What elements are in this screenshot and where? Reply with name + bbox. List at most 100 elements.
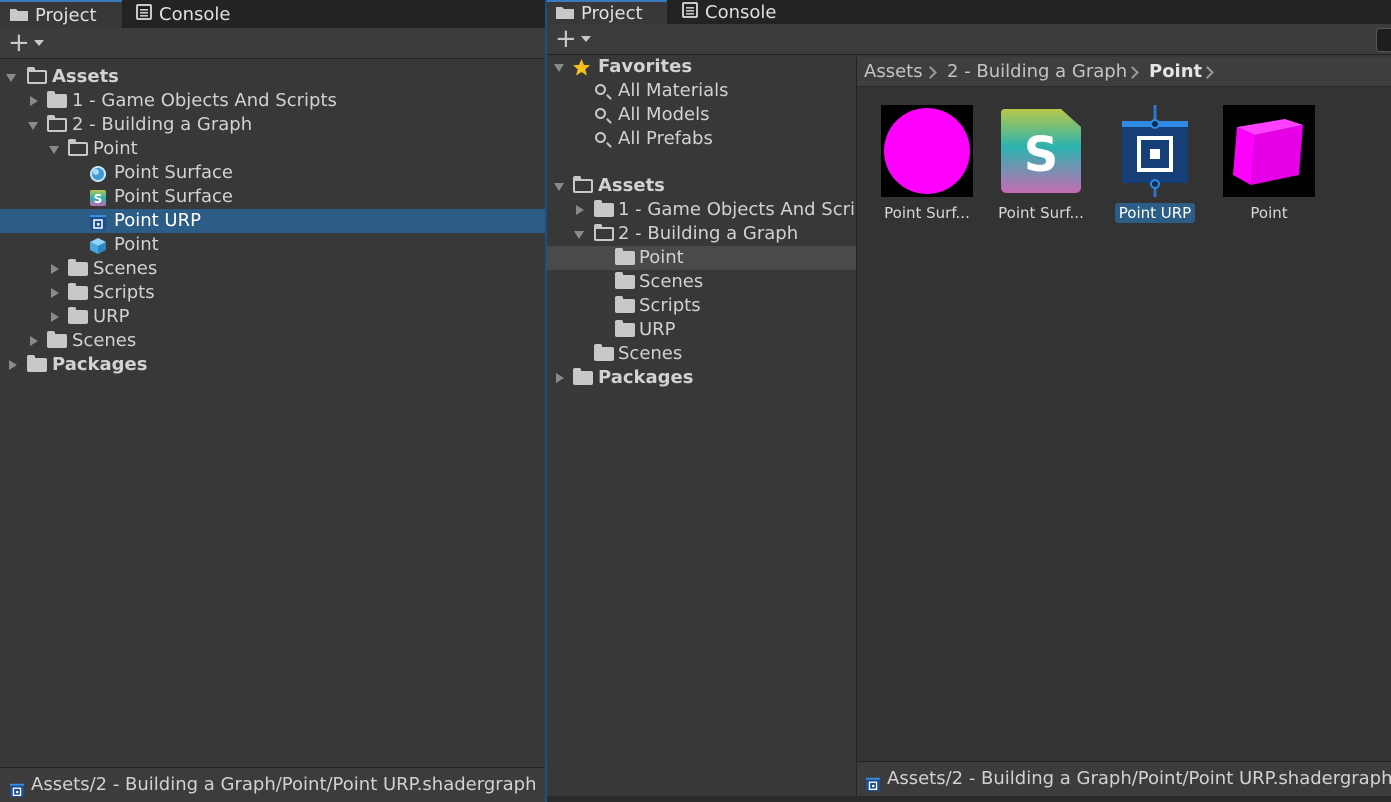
selected-asset-path: Assets/2 - Building a Graph/Point/Point … [887,768,1391,789]
folder-icon [615,296,635,313]
expand-arrow-icon[interactable] [30,336,38,346]
tab-console[interactable]: Console [682,0,776,24]
add-button[interactable]: + [8,28,30,58]
expand-arrow-icon[interactable] [9,360,17,370]
chevron-down-icon[interactable] [34,40,44,46]
tree-item-asset[interactable]: Point Surface [0,161,545,185]
favorite-item[interactable]: All Prefabs [547,127,856,151]
tree-item-folder[interactable]: Scripts [547,294,856,318]
tab-project[interactable]: Project [547,0,667,24]
tree-item-label: Assets [52,66,119,87]
tree-item-folder[interactable]: Scenes [547,342,856,366]
tree-item-folder[interactable]: Point [0,137,545,161]
tree-item-label: Scenes [72,330,137,351]
expand-arrow-icon[interactable] [30,96,38,106]
tab-label: Project [581,2,643,24]
expand-arrow-icon[interactable] [6,74,16,82]
tab-console[interactable]: Console [136,0,230,28]
tree-item-label: Point [114,234,159,255]
tree-item-label: 2 - Building a Graph [618,223,799,244]
asset-tile[interactable]: Point Surf... [872,105,982,223]
tree-item-folder[interactable]: 1 - Game Objects And Scrip [547,198,866,222]
breadcrumb-item[interactable]: Assets [864,57,923,86]
expand-arrow-icon[interactable] [556,373,564,383]
folder-open-icon [68,139,88,156]
breadcrumb-item-current[interactable]: Point [1149,57,1202,86]
tree-item-label: Point [639,247,684,268]
console-icon [136,3,152,25]
chevron-right-icon[interactable] [1201,66,1214,79]
folder-icon [47,331,67,348]
tree-item-folder[interactable]: 1 - Game Objects And Scripts [0,89,545,113]
tree-item-folder[interactable]: Scenes [0,257,545,281]
status-bar: Assets/2 - Building a Graph/Point/Point … [857,761,1391,796]
tree-item-folder[interactable]: Scenes [547,270,856,294]
tree-item-folder[interactable]: URP [547,318,856,342]
tab-label: Console [159,3,231,25]
tab-bar: Project Console [0,0,545,28]
tree-item-label: Assets [598,175,665,196]
folder-icon [27,355,47,372]
expand-arrow-icon[interactable] [51,288,59,298]
tab-project[interactable]: Project [0,0,122,28]
asset-tile-selected[interactable]: Point URP [1100,105,1210,223]
search-icon [595,108,606,119]
breadcrumb-item[interactable]: 2 - Building a Graph [947,57,1127,86]
left-project-window: Project Console + Assets 1 - Game Object… [0,0,545,802]
prefab-preview-icon [1223,105,1315,197]
folder-icon [68,259,88,276]
tree-item-folder[interactable]: Scenes [0,329,545,353]
tree-item-folder[interactable]: 2 - Building a Graph [0,113,545,137]
folder-open-icon [47,115,67,132]
tree-item-label: Scripts [93,282,155,303]
expand-arrow-icon[interactable] [574,231,584,239]
expand-arrow-icon[interactable] [554,183,564,191]
folder-icon [594,344,614,361]
tree-item-label: Point Surface [114,162,233,183]
folder-icon [556,3,574,24]
tree-item-label: 1 - Game Objects And Scripts [72,90,337,111]
tree-item-folder[interactable]: URP [0,305,545,329]
breadcrumb: Assets 2 - Building a Graph Point [857,57,1391,87]
tree-item-assets[interactable]: Assets [547,174,856,198]
tree-item-packages[interactable]: Packages [547,366,856,390]
star-icon [572,58,591,76]
expand-arrow-icon[interactable] [51,264,59,274]
tree-item-packages[interactable]: Packages [0,353,545,377]
tree-item-favorites[interactable]: Favorites [547,55,856,79]
favorite-item[interactable]: All Materials [547,79,856,103]
tree-item-folder-highlighted[interactable]: Point [547,246,856,270]
expand-arrow-icon[interactable] [576,205,584,215]
material-preview-icon [881,105,973,197]
tab-bar: Project Console [547,0,1391,24]
tree-item-asset[interactable]: Point [0,233,545,257]
favorite-item[interactable]: All Models [547,103,856,127]
expand-arrow-icon[interactable] [51,312,59,322]
folder-open-icon [594,224,614,241]
bottom-edge [547,796,1391,802]
add-button[interactable]: + [555,24,577,54]
shadergraph-icon [9,776,25,802]
tree-item-label: Scenes [93,258,158,279]
chevron-down-icon[interactable] [581,36,591,42]
folder-icon [615,272,635,289]
asset-tile[interactable]: S Point Surf... [986,105,1096,223]
shadergraph-icon [1109,105,1201,197]
folder-icon [615,320,635,337]
tree-item-asset-selected[interactable]: Point URP [0,209,545,233]
tree-item-asset[interactable]: S Point Surface [0,185,545,209]
tree-item-folder[interactable]: Scripts [0,281,545,305]
shader-icon: S [995,105,1087,197]
tree-item-folder[interactable]: 2 - Building a Graph [547,222,856,246]
tree-item-label: Point Surface [114,186,233,207]
asset-label: Point Surf... [998,204,1084,222]
tree-item-assets[interactable]: Assets [0,65,545,89]
tab-label: Project [35,4,97,26]
expand-arrow-icon[interactable] [28,122,38,130]
search-field-edge[interactable] [1376,28,1391,52]
expand-arrow-icon[interactable] [49,146,59,154]
shader-icon: S [89,189,106,206]
material-sphere-icon [89,165,106,182]
expand-arrow-icon[interactable] [554,64,564,72]
asset-tile[interactable]: Point [1214,105,1324,223]
